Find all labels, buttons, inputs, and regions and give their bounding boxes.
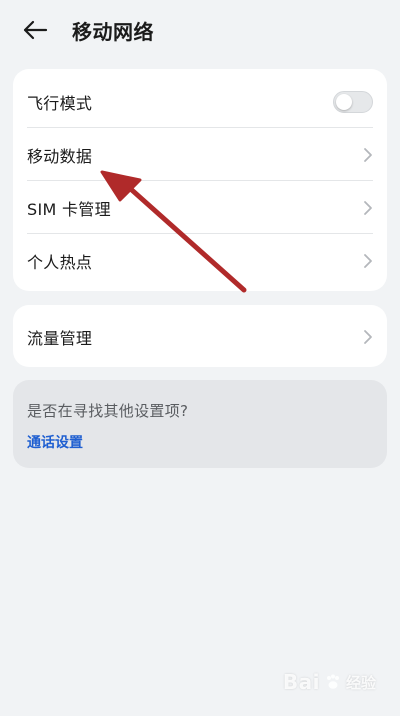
data-usage-card: 流量管理 xyxy=(13,305,387,367)
personal-hotspot-label: 个人热点 xyxy=(27,252,93,272)
sim-management-row[interactable]: SIM 卡管理 xyxy=(13,181,387,234)
data-usage-label: 流量管理 xyxy=(27,328,93,348)
back-button[interactable] xyxy=(22,14,58,46)
airplane-mode-toggle[interactable] xyxy=(333,90,373,113)
network-settings-card: 飞行模式 移动数据 SIM 卡管理 个人热点 xyxy=(13,69,387,291)
chevron-right-icon xyxy=(364,253,372,268)
watermark-text: 经验 xyxy=(345,673,376,692)
mobile-data-label: 移动数据 xyxy=(27,146,93,166)
chevron-right-icon xyxy=(364,147,372,162)
chevron-right-icon xyxy=(364,329,372,344)
page-title: 移动网络 xyxy=(72,20,154,44)
suggestion-card: 是否在寻找其他设置项? 通话设置 xyxy=(13,380,387,468)
sim-management-label: SIM 卡管理 xyxy=(27,199,111,219)
paw-icon xyxy=(326,674,339,689)
data-usage-row[interactable]: 流量管理 xyxy=(13,310,387,363)
call-settings-link[interactable]: 通话设置 xyxy=(27,432,83,452)
arrow-left-icon xyxy=(23,20,48,40)
watermark: Bai 经验 xyxy=(283,670,376,694)
airplane-mode-row[interactable]: 飞行模式 xyxy=(13,75,387,128)
toggle-knob xyxy=(336,93,352,110)
personal-hotspot-row[interactable]: 个人热点 xyxy=(13,234,387,287)
watermark-brand: Bai xyxy=(282,670,320,694)
mobile-data-row[interactable]: 移动数据 xyxy=(13,128,387,181)
chevron-right-icon xyxy=(364,200,372,215)
top-bar: 移动网络 xyxy=(0,0,400,62)
suggestion-question: 是否在寻找其他设置项? xyxy=(27,402,189,420)
airplane-mode-label: 飞行模式 xyxy=(27,93,93,113)
